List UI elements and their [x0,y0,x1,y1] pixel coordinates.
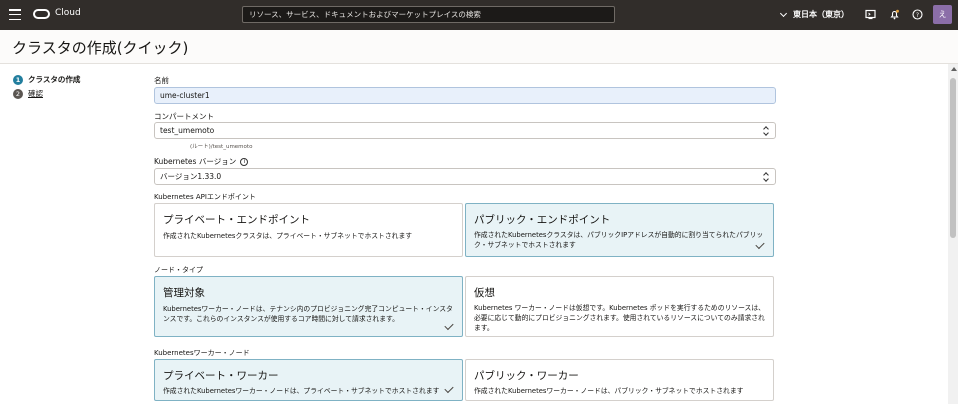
select-arrows-icon [763,126,769,136]
step-label: 確認 [28,89,43,98]
card-title: 仮想 [474,287,495,299]
region-selector[interactable]: 東日本（東京） [779,9,849,20]
compartment-label: コンパートメント [154,112,214,121]
scroll-up-arrow-icon[interactable] [951,67,957,71]
notification-bell-icon[interactable] [889,9,900,20]
avatar[interactable]: え [933,5,952,24]
node-type-label: ノード・タイプ [154,266,203,274]
scrollbar-thumb[interactable] [950,78,956,238]
brand-label: Cloud [55,8,81,18]
svg-text:?: ? [916,12,919,19]
cloud-shell-icon[interactable] [865,9,876,20]
step-review[interactable]: 2 確認 [13,88,43,99]
card-description: Kubernetesワーカー・ノードは、テナンシ内のプロビジョニング完了コンピュ… [163,305,453,323]
compartment-value: test_umemoto [160,126,215,135]
card-description: 作成されたKubernetesワーカー・ノードは、パブリック・サブネットでホスト… [474,387,744,395]
step-number: 2 [13,88,23,99]
card-title: プライベート・ワーカー [163,370,279,382]
card-title: プライベート・エンドポイント [163,214,310,226]
step-label: クラスタの作成 [28,75,81,84]
worker-private-card[interactable]: プライベート・ワーカー 作成されたKubernetesワーカー・ノードは、プライ… [154,359,463,401]
oracle-logo-icon[interactable] [33,9,50,19]
page-title: クラスタの作成(クイック) [12,39,189,57]
region-label: 東日本（東京） [793,10,849,19]
api-endpoint-label: Kubernetes APIエンドポイント [154,193,256,201]
info-icon[interactable]: i [240,158,249,166]
api-public-endpoint-card[interactable]: パブリック・エンドポイント 作成されたKubernetesクラスタは、パブリック… [465,203,774,257]
k8s-version-value: バージョン1.33.0 [160,172,222,181]
search-input[interactable]: リソース、サービス、ドキュメントおよびマーケットプレイスの検索 [242,6,615,23]
compartment-hint: (ルート)/test_umemoto [190,144,253,150]
k8s-version-select[interactable]: バージョン1.33.0 [154,168,776,185]
api-private-endpoint-card[interactable]: プライベート・エンドポイント 作成されたKubernetesクラスタは、プライベ… [154,203,463,257]
select-arrows-icon [763,172,769,182]
k8s-version-label: Kubernetes バージョン [154,157,237,166]
help-icon[interactable]: ? [912,9,923,20]
step-create-cluster[interactable]: 1 クラスタの作成 [13,74,80,85]
k8s-version-label-row: Kubernetes バージョン i [154,156,249,167]
name-input[interactable]: ume-cluster1 [154,87,776,104]
node-virtual-card[interactable]: 仮想 Kubernetes ワーカー・ノードは仮想です。Kubernetes ポ… [465,276,774,337]
name-label: 名前 [154,76,169,85]
top-bar: Cloud リソース、サービス、ドキュメントおよびマーケットプレイスの検索 東日… [0,0,958,30]
page-header: クラスタの作成(クイック) [0,30,958,64]
chevron-down-icon [779,9,788,17]
card-title: パブリック・ワーカー [474,370,579,382]
node-managed-card[interactable]: 管理対象 Kubernetesワーカー・ノードは、テナンシ内のプロビジョニング完… [154,276,463,337]
worker-nodes-label: Kubernetesワーカー・ノード [154,349,250,357]
card-description: 作成されたKubernetesクラスタは、パブリックIPアドレスが自動的に割り当… [474,231,764,249]
name-value: ume-cluster1 [160,91,210,100]
card-title: 管理対象 [163,287,205,299]
worker-public-card[interactable]: パブリック・ワーカー 作成されたKubernetesワーカー・ノードは、パブリッ… [465,359,774,401]
menu-icon[interactable] [9,9,21,20]
step-number: 1 [13,74,23,85]
compartment-select[interactable]: test_umemoto [154,122,776,139]
card-description: 作成されたKubernetesクラスタは、プライベート・サブネットでホストされま… [163,232,413,240]
card-description: 作成されたKubernetesワーカー・ノードは、プライベート・サブネットでホス… [163,387,440,395]
card-title: パブリック・エンドポイント [474,214,611,226]
card-description: Kubernetes ワーカー・ノードは仮想です。Kubernetes ポッドを… [474,304,765,332]
